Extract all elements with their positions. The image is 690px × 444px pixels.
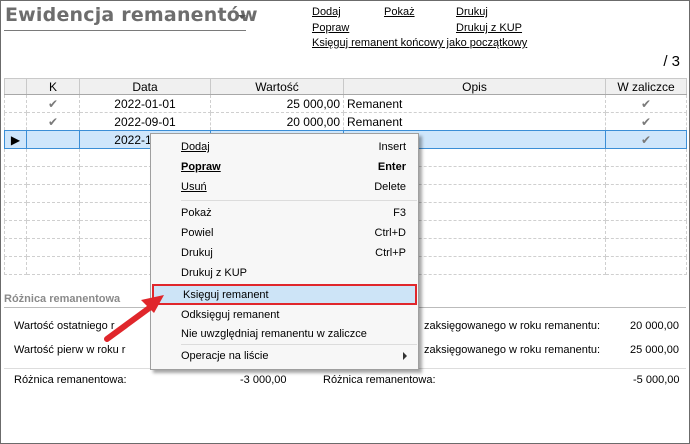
annotation-arrow-icon	[104, 295, 164, 342]
